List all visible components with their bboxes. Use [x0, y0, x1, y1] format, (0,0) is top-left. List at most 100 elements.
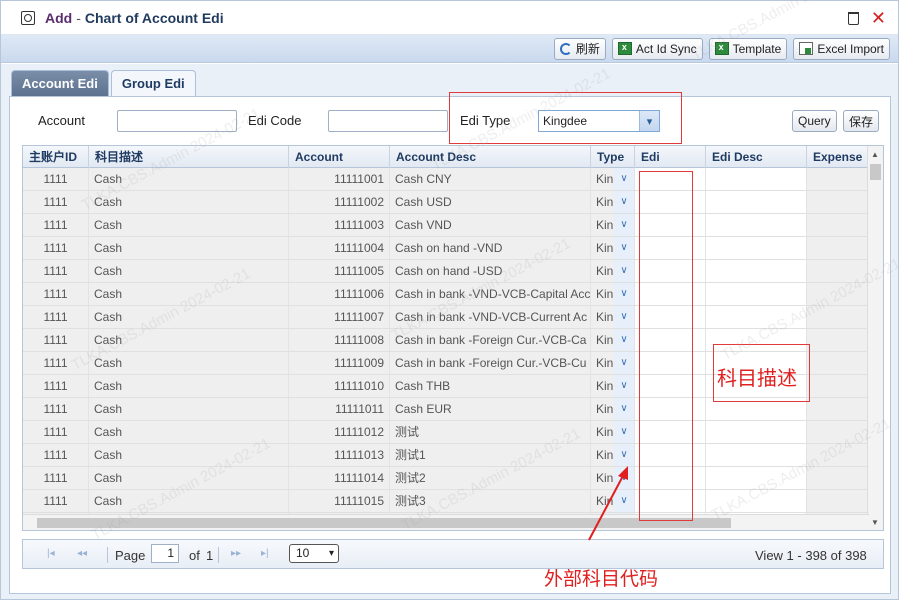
column-header-account-desc[interactable]: Account Desc	[390, 146, 591, 168]
template-button[interactable]: Template	[708, 37, 788, 60]
type-cell[interactable]: Kin∨	[591, 375, 635, 397]
expense-cell[interactable]	[807, 398, 868, 420]
account-input[interactable]	[117, 110, 237, 132]
edi-desc-cell[interactable]	[706, 490, 807, 512]
last-page-icon[interactable]: ▸|	[261, 548, 269, 559]
edi-desc-cell[interactable]	[706, 306, 807, 328]
horizontal-scrollbar[interactable]	[23, 514, 869, 530]
prev-page-icon[interactable]: ◂◂	[77, 548, 87, 559]
title-mode: Add	[45, 9, 73, 26]
subject-cell: Cash	[89, 444, 289, 466]
type-cell[interactable]: Kin∨	[591, 191, 635, 213]
tab-account-edi[interactable]: Account Edi	[11, 70, 109, 96]
tab-bar: Account Edi Group Edi	[11, 70, 196, 96]
edi-desc-cell[interactable]	[706, 168, 807, 190]
column-header-account[interactable]: Account	[289, 146, 390, 168]
table-row[interactable]: 1111 Cash 11111005 Cash on hand -USD Kin ∨	[23, 260, 868, 283]
expense-cell[interactable]	[807, 283, 868, 305]
edi-desc-cell[interactable]	[706, 191, 807, 213]
column-header-main-id[interactable]: 主账户ID	[23, 146, 89, 168]
chevron-down-icon[interactable]: ∨	[614, 444, 634, 466]
chevron-down-icon[interactable]: ∨	[614, 260, 634, 282]
expense-cell[interactable]	[807, 444, 868, 466]
tab-group-edi[interactable]: Group Edi	[110, 70, 196, 96]
expense-cell[interactable]	[807, 237, 868, 259]
table-row[interactable]: 1111 Cash 11111012 测试 Kin ∨	[23, 421, 868, 444]
chevron-down-icon[interactable]: ∨	[614, 421, 634, 443]
page-number-input[interactable]: 1	[151, 544, 179, 563]
expense-cell[interactable]	[807, 352, 868, 374]
chevron-down-icon[interactable]: ∨	[614, 329, 634, 351]
type-cell[interactable]: Kin∨	[591, 444, 635, 466]
column-header-edi-desc[interactable]: Edi Desc	[706, 146, 807, 168]
refresh-button[interactable]: 刷新	[553, 37, 606, 60]
table-row[interactable]: 1111 Cash 11111015 测试3 Kin ∨	[23, 490, 868, 513]
expense-cell[interactable]	[807, 467, 868, 489]
close-icon[interactable]: ✕	[871, 9, 886, 27]
trash-icon[interactable]	[847, 11, 859, 25]
vertical-scrollbar[interactable]: ▲ ▼	[867, 146, 883, 530]
table-row[interactable]: 1111 Cash 11111006 Cash in bank -VND-VCB-Ca…	[23, 283, 868, 306]
table-row[interactable]: 1111 Cash 11111007 Cash in bank -VND-VCB-Cu…	[23, 306, 868, 329]
expense-cell[interactable]	[807, 191, 868, 213]
table-row[interactable]: 1111 Cash 11111002 Cash USD Kin ∨	[23, 191, 868, 214]
account-desc-cell: Cash EUR	[390, 398, 591, 420]
main-id-cell: 1111	[23, 329, 89, 351]
table-row[interactable]: 1111Cash11111014测试2Kin∨	[23, 467, 868, 490]
type-cell[interactable]: Kin∨	[591, 283, 635, 305]
column-header-edi[interactable]: Edi	[635, 146, 706, 168]
type-cell[interactable]: Kin∨	[591, 260, 635, 282]
first-page-icon[interactable]: |◂	[47, 548, 55, 559]
type-cell[interactable]: Kin∨	[591, 329, 635, 351]
table-row[interactable]: 1111 Cash 11111013 测试1 Kin ∨	[23, 444, 868, 467]
expense-cell[interactable]	[807, 421, 868, 443]
chevron-down-icon[interactable]: ∨	[614, 375, 634, 397]
chevron-down-icon[interactable]: ∨	[614, 352, 634, 374]
chevron-down-icon[interactable]: ∨	[614, 237, 634, 259]
table-row[interactable]: 1111 Cash 11111003 Cash VND Kin ∨	[23, 214, 868, 237]
column-header-subject[interactable]: 科目描述	[89, 146, 289, 168]
expense-cell[interactable]	[807, 168, 868, 190]
scrollbar-thumb[interactable]	[870, 164, 881, 180]
query-button[interactable]: Query	[792, 110, 837, 132]
expense-cell[interactable]	[807, 490, 868, 512]
type-cell[interactable]: Kin∨	[591, 306, 635, 328]
type-cell[interactable]: Kin∨	[591, 168, 635, 190]
edi-desc-cell[interactable]	[706, 421, 807, 443]
type-cell[interactable]: Kin∨	[591, 214, 635, 236]
chevron-down-icon[interactable]: ∨	[614, 214, 634, 236]
act-id-sync-button[interactable]: Act Id Sync	[611, 37, 703, 60]
type-cell[interactable]: Kin∨	[591, 421, 635, 443]
edi-desc-cell[interactable]	[706, 444, 807, 466]
chevron-down-icon[interactable]: ∨	[614, 398, 634, 420]
edi-code-input[interactable]	[328, 110, 448, 132]
edi-desc-cell[interactable]	[706, 214, 807, 236]
expense-cell[interactable]	[807, 260, 868, 282]
page-size-select[interactable]: 10 ▾	[289, 544, 339, 563]
scroll-up-icon[interactable]: ▲	[871, 150, 879, 159]
table-row[interactable]: 1111 Cash 11111001 Cash CNY Kin ∨	[23, 168, 868, 191]
next-page-icon[interactable]: ▸▸	[231, 548, 241, 559]
scroll-down-icon[interactable]: ▼	[871, 518, 879, 527]
edi-desc-cell[interactable]	[706, 283, 807, 305]
expense-cell[interactable]	[807, 214, 868, 236]
excel-import-button[interactable]: Excel Import	[793, 37, 890, 60]
title-separator: -	[76, 9, 81, 26]
type-cell[interactable]: Kin∨	[591, 398, 635, 420]
column-header-expense[interactable]: Expense	[807, 146, 869, 168]
column-header-type[interactable]: Type	[591, 146, 635, 168]
type-cell[interactable]: Kin∨	[591, 237, 635, 259]
expense-cell[interactable]	[807, 329, 868, 351]
chevron-down-icon[interactable]: ∨	[614, 168, 634, 190]
edi-desc-cell[interactable]	[706, 260, 807, 282]
edi-desc-cell[interactable]	[706, 467, 807, 489]
expense-cell[interactable]	[807, 375, 868, 397]
chevron-down-icon[interactable]: ∨	[614, 191, 634, 213]
edi-desc-cell[interactable]	[706, 237, 807, 259]
table-row[interactable]: 1111 Cash 11111004 Cash on hand -VND Kin ∨	[23, 237, 868, 260]
chevron-down-icon[interactable]: ∨	[614, 283, 634, 305]
expense-cell[interactable]	[807, 306, 868, 328]
type-cell[interactable]: Kin∨	[591, 352, 635, 374]
save-button[interactable]: 保存	[843, 110, 880, 132]
chevron-down-icon[interactable]: ∨	[614, 306, 634, 328]
